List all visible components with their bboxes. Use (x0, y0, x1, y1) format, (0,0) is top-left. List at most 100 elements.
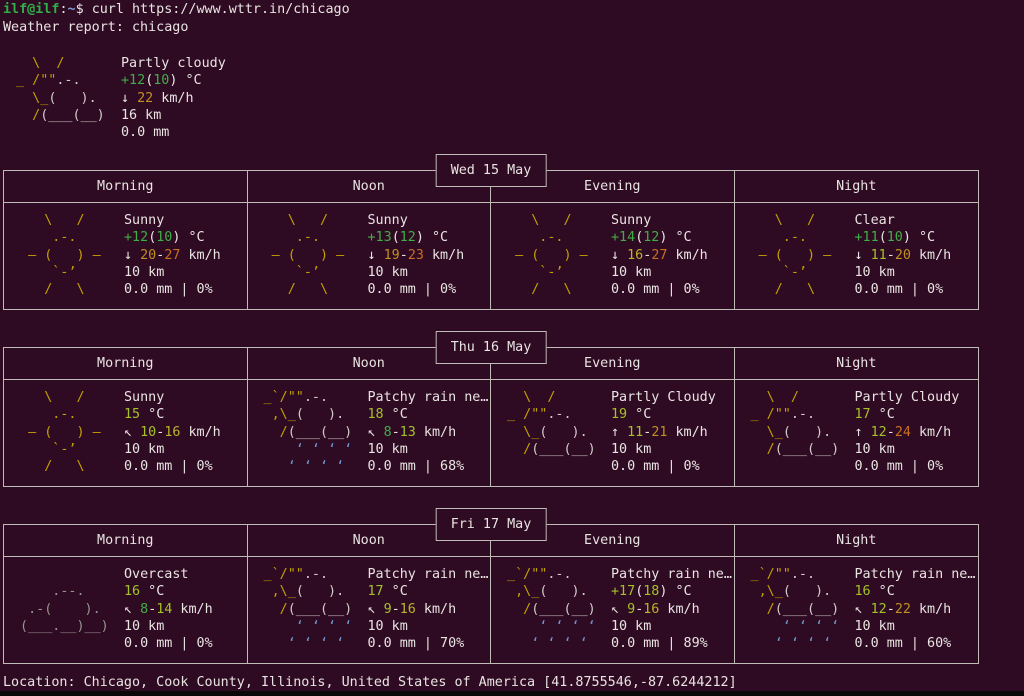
period-header-night: Night (735, 171, 979, 203)
temperature-value: +12(10) °C (121, 73, 202, 88)
temperature-value: 15 °C (124, 407, 164, 422)
bottom-strip (0, 691, 1024, 696)
condition-label: Partly Cloudy (855, 390, 960, 405)
sunny-art-icon: \ / .-. ― ( ) ― `-’ / \ (743, 212, 855, 309)
forecast-cell-night: \ / _ /"".-. \_( ). /(___(__) Partly Clo… (735, 380, 979, 486)
sunny-art-icon: \ / .-. ― ( ) ― `-’ / \ (256, 212, 368, 309)
condition-label: Patchy rain ne… (368, 567, 489, 582)
condition-label: Sunny (368, 213, 408, 228)
weather-report-title: Weather report: chicago (3, 20, 188, 35)
precipitation-value: 0.0 mm | 60% (855, 636, 952, 651)
patchy_rain-art-icon: _`/"".-. ,\_( ). /(___(__) ‘ ‘ ‘ ‘ ‘ ‘ ‘… (499, 566, 611, 663)
visibility-value: 10 km (124, 265, 164, 280)
visibility-value: 10 km (368, 619, 408, 634)
patchy_rain-art-icon: _`/"".-. ,\_( ). /(___(__) ‘ ‘ ‘ ‘ ‘ ‘ ‘… (256, 566, 368, 663)
prompt-colon: : (59, 2, 67, 17)
visibility-value: 10 km (855, 619, 895, 634)
temperature-value: 18 °C (368, 407, 408, 422)
current-conditions: \ / _ /"".-. \_( ). /(___(__) Partly clo… (8, 55, 226, 141)
visibility-value: 10 km (611, 619, 651, 634)
forecast-cell-info: Partly Cloudy 19 °C ↑ 11-21 km/h 10 km 0… (611, 389, 716, 486)
condition-label: Sunny (124, 213, 164, 228)
prompt-dollar: $ (76, 2, 92, 17)
date-box: Fri 17 May (436, 508, 547, 541)
temperature-value: 16 °C (124, 584, 164, 599)
current-weather-info: Partly cloudy +12(10) °C ↓ 22 km/h 16 km… (121, 55, 226, 141)
precipitation-value: 0.0 mm | 89% (611, 636, 708, 651)
visibility-value: 10 km (124, 619, 164, 634)
forecast-cell-noon: \ / .-. ― ( ) ― `-’ / \Sunny +13(12) °C … (248, 203, 492, 309)
temperature-value: +12(10) °C (124, 230, 205, 245)
location-line: Location: Chicago, Cook County, Illinois… (3, 675, 737, 690)
forecast-cell-morning: .--. .-( ). (___.__)__) Overcast 16 °C ↖… (4, 557, 248, 663)
forecast-table-fri: Fri 17 May MorningNoonEveningNight .--. … (3, 524, 979, 664)
forecast-cell-morning: \ / .-. ― ( ) ― `-’ / \Sunny +12(10) °C … (4, 203, 248, 309)
visibility-value: 10 km (611, 442, 651, 457)
forecast-cell-night: _`/"".-. ,\_( ). /(___(__) ‘ ‘ ‘ ‘ ‘ ‘ ‘… (735, 557, 979, 663)
temperature-value: +14(12) °C (611, 230, 692, 245)
condition-label: Partly cloudy (121, 56, 226, 71)
temperature-value: 16 °C (855, 584, 895, 599)
forecast-cell-info: Overcast 16 °C ↖ 8-14 km/h 10 km 0.0 mm … (124, 566, 213, 663)
period-header-morning: Morning (4, 348, 248, 380)
patchy_rain-art-icon: _`/"".-. ,\_( ). /(___(__) ‘ ‘ ‘ ‘ ‘ ‘ ‘… (256, 389, 368, 486)
visibility-value: 10 km (855, 442, 895, 457)
wind-value: ↖ 10-16 km/h (124, 425, 221, 440)
visibility-value: 10 km (368, 442, 408, 457)
period-header-night: Night (735, 348, 979, 380)
sunny-art-icon: \ / .-. ― ( ) ― `-’ / \ (12, 212, 124, 309)
period-header-morning: Morning (4, 171, 248, 203)
forecast-cell-info: Patchy rain ne… +17(18) °C ↖ 9-16 km/h 1… (611, 566, 732, 663)
date-box: Thu 16 May (436, 331, 547, 364)
forecast-table-wed: Wed 15 May MorningNoonEveningNight \ / .… (3, 170, 979, 310)
wind-value: ↑ 12-24 km/h (855, 425, 952, 440)
prompt-user-host: ilf@ilf (3, 2, 59, 17)
precipitation-value: 0.0 mm | 0% (611, 459, 700, 474)
forecast-cell-info: Clear +11(10) °C ↓ 11-20 km/h 10 km 0.0 … (855, 212, 952, 309)
condition-label: Patchy rain ne… (368, 390, 489, 405)
sunny-art-icon: \ / .-. ― ( ) ― `-’ / \ (12, 389, 124, 486)
forecast-cell-evening: _`/"".-. ,\_( ). /(___(__) ‘ ‘ ‘ ‘ ‘ ‘ ‘… (491, 557, 735, 663)
wind-value: ↓ 20-27 km/h (124, 248, 221, 263)
forecast-cell-info: Sunny +13(12) °C ↓ 19-23 km/h 10 km 0.0 … (368, 212, 465, 309)
forecast-cells-row: \ / .-. ― ( ) ― `-’ / \Sunny +12(10) °C … (4, 203, 978, 309)
visibility-value: 10 km (855, 265, 895, 280)
precipitation-value: 0.0 mm | 0% (368, 282, 457, 297)
forecast-table-thu: Thu 16 May MorningNoonEveningNight \ / .… (3, 347, 979, 487)
visibility-value: 10 km (611, 265, 651, 280)
forecast-cell-night: \ / .-. ― ( ) ― `-’ / \Clear +11(10) °C … (735, 203, 979, 309)
condition-label: Sunny (124, 390, 164, 405)
wind-value: ↖ 12-22 km/h (855, 602, 952, 617)
partly_cloudy-art-icon: \ / _ /"".-. \_( ). /(___(__) (499, 389, 611, 486)
prompt-command: curl https://www.wttr.in/chicago (92, 2, 350, 17)
temperature-value: 17 °C (368, 584, 408, 599)
forecast-cell-info: Sunny +12(10) °C ↓ 20-27 km/h 10 km 0.0 … (124, 212, 221, 309)
condition-label: Patchy rain ne… (855, 567, 976, 582)
visibility-value: 16 km (121, 108, 161, 123)
precipitation-value: 0.0 mm | 0% (855, 459, 944, 474)
temperature-value: +17(18) °C (611, 584, 692, 599)
condition-label: Partly Cloudy (611, 390, 716, 405)
sunny-art-icon: \ / .-. ― ( ) ― `-’ / \ (499, 212, 611, 309)
forecast-cells-row: .--. .-( ). (___.__)__) Overcast 16 °C ↖… (4, 557, 978, 663)
precipitation-value: 0.0 mm | 0% (611, 282, 700, 297)
forecast-cell-info: Patchy rain ne… 16 °C ↖ 12-22 km/h 10 km… (855, 566, 976, 663)
precipitation-value: 0.0 mm | 0% (124, 636, 213, 651)
partly_cloudy-art-icon: \ / _ /"".-. \_( ). /(___(__) (8, 55, 121, 141)
condition-label: Patchy rain ne… (611, 567, 732, 582)
wind-value: ↖ 8-13 km/h (368, 425, 457, 440)
condition-label: Overcast (124, 567, 189, 582)
temperature-value: 17 °C (855, 407, 895, 422)
visibility-value: 10 km (124, 442, 164, 457)
partly_cloudy-art-icon: \ / _ /"".-. \_( ). /(___(__) (743, 389, 855, 486)
forecast-cell-noon: _`/"".-. ,\_( ). /(___(__) ‘ ‘ ‘ ‘ ‘ ‘ ‘… (248, 380, 492, 486)
visibility-value: 10 km (368, 265, 408, 280)
terminal-prompt: ilf@ilf:~$ curl https://www.wttr.in/chic… (3, 2, 350, 17)
forecast-cell-evening: \ / _ /"".-. \_( ). /(___(__) Partly Clo… (491, 380, 735, 486)
forecast-cell-morning: \ / .-. ― ( ) ― `-’ / \Sunny 15 °C ↖ 10-… (4, 380, 248, 486)
period-header-morning: Morning (4, 525, 248, 557)
wind-value: ↓ 16-27 km/h (611, 248, 708, 263)
forecast-cell-info: Sunny 15 °C ↖ 10-16 km/h 10 km 0.0 mm | … (124, 389, 221, 486)
patchy_rain-art-icon: _`/"".-. ,\_( ). /(___(__) ‘ ‘ ‘ ‘ ‘ ‘ ‘… (743, 566, 855, 663)
period-header-night: Night (735, 525, 979, 557)
